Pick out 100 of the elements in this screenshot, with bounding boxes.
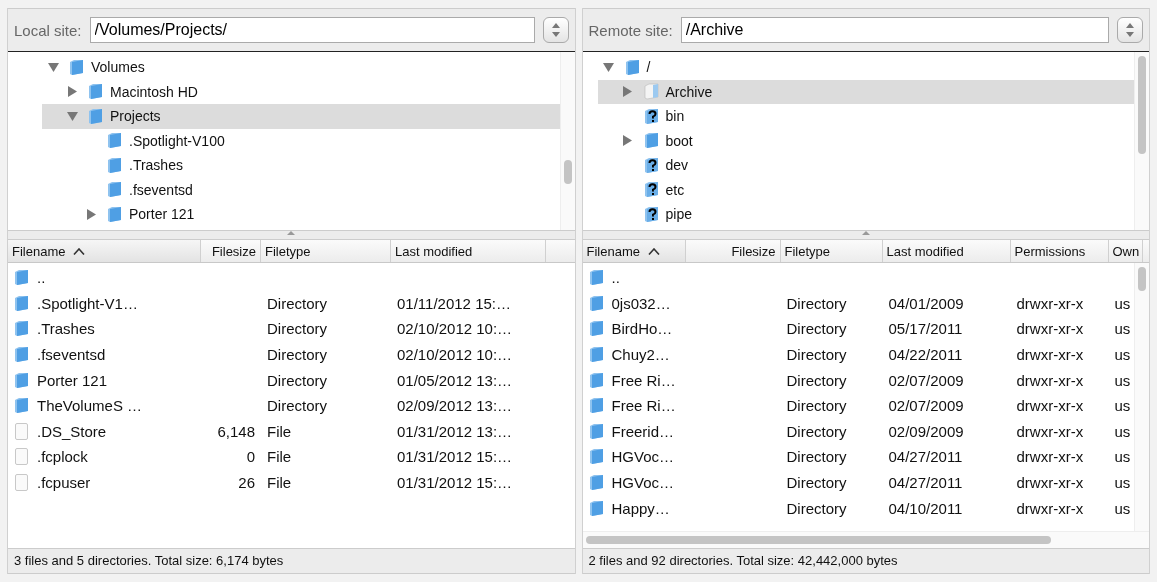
column-header[interactable]: Last modified [391, 240, 546, 262]
table-cell: Directory [267, 397, 327, 415]
tree-item[interactable]: / [597, 55, 1134, 80]
table-cell: drwxr-xr-x [1016, 474, 1084, 492]
tree-item[interactable]: .fseventsd [42, 177, 560, 202]
up-down-arrows-icon [1126, 23, 1134, 37]
folder-icon [88, 83, 103, 101]
table-cell: drwxr-xr-x [1016, 294, 1084, 312]
table-cell: 02/10/2012 10:… [397, 320, 513, 338]
file-icon [14, 422, 29, 440]
table-cell: HGVoc… [611, 448, 675, 466]
scrollbar[interactable] [559, 52, 575, 230]
table-cell: BirdHo… [611, 320, 673, 338]
table-cell: .DS_Store [37, 422, 107, 440]
table-cell: us [1114, 474, 1131, 492]
tree-item[interactable]: dev [597, 153, 1134, 178]
table-cell: Directory [786, 474, 847, 492]
folder-icon [107, 156, 122, 174]
table-cell: Porter 121 [37, 371, 108, 389]
table-cell: Directory [786, 371, 847, 389]
table-cell: 01/31/2012 15:… [397, 474, 513, 492]
tree-item[interactable]: etc [597, 177, 1134, 202]
path-field[interactable]: /Volumes/Projects/ [89, 17, 535, 43]
table-cell: Directory [267, 371, 327, 389]
file-icon [14, 474, 29, 492]
tree-item[interactable]: Porter 121 [42, 202, 560, 227]
table-cell: 02/07/2009 [888, 371, 964, 389]
path-field[interactable]: /Archive [680, 17, 1109, 43]
tree-item[interactable]: .Trashes [42, 153, 560, 178]
collapsed-triangle-icon[interactable] [623, 135, 632, 147]
unknown-file-icon [643, 181, 659, 199]
table-cell: Directory [786, 422, 847, 440]
unknown-file-icon [643, 205, 659, 223]
column-header[interactable]: Filetype [261, 240, 391, 262]
tree-item[interactable]: Archive [597, 79, 1134, 104]
column-header[interactable]: Filesize [201, 240, 261, 262]
table-cell: Directory [786, 397, 847, 415]
tree-item[interactable]: pipe [597, 202, 1134, 227]
column-header[interactable]: Filesize [685, 240, 781, 262]
folder-icon [588, 294, 604, 312]
status-text: 2 files and 92 directories. Total size: 42,442,000 bytes [582, 548, 1149, 574]
table-cell: .fseventsd [37, 346, 106, 364]
table-cell: File [267, 474, 292, 492]
folder-icon [14, 371, 29, 389]
scrollbar[interactable] [1134, 52, 1149, 230]
tree-item[interactable]: Macintosh HD [42, 79, 560, 104]
expanded-triangle-icon[interactable] [66, 111, 78, 121]
history-stepper[interactable] [1117, 17, 1143, 43]
table-cell: us [1114, 499, 1131, 517]
tree-item[interactable]: bin [597, 104, 1134, 129]
table-cell: 04/27/2011 [888, 474, 963, 492]
column-header[interactable]: Last modified [882, 240, 1011, 262]
collapsed-triangle-icon[interactable] [67, 86, 77, 98]
table-cell: drwxr-xr-x [1016, 422, 1084, 440]
table-cell: 01/31/2012 13:… [397, 422, 513, 440]
table-cell: Directory [786, 294, 847, 312]
folder-icon [88, 107, 103, 125]
collapsed-triangle-icon[interactable] [86, 208, 96, 220]
table-cell: Free Ri… [611, 397, 676, 415]
table-cell: 6,148 [217, 422, 255, 440]
table-cell: .Trashes [37, 320, 95, 338]
table-cell: Chuy2… [611, 346, 670, 364]
folder-icon [588, 422, 604, 440]
scrollbar[interactable] [1134, 263, 1149, 532]
table-cell: drwxr-xr-x [1016, 346, 1084, 364]
collapsed-triangle-icon[interactable] [623, 86, 632, 98]
column-header[interactable]: Filename [582, 240, 686, 262]
column-header[interactable]: Permissions [1010, 240, 1109, 262]
table-cell: Directory [267, 320, 327, 338]
table-cell: us [1114, 371, 1131, 389]
table-cell: .Spotlight-V1… [37, 294, 138, 312]
file-icon [14, 448, 29, 466]
expanded-triangle-icon[interactable] [47, 62, 59, 72]
tree-item[interactable]: Volumes [42, 55, 560, 80]
tree-item[interactable]: .Spotlight-V100 [42, 128, 560, 153]
table-cell: us [1114, 448, 1131, 466]
history-stepper[interactable] [542, 17, 569, 43]
scrollbar[interactable] [582, 531, 1149, 548]
table-cell: 01/11/2012 15:… [397, 294, 511, 312]
folder-icon [588, 371, 604, 389]
table-cell: 01/31/2012 15:… [397, 448, 513, 466]
table-cell: us [1114, 422, 1131, 440]
table-cell: Directory [786, 499, 847, 517]
table-cell: 04/27/2011 [888, 448, 963, 466]
column-header[interactable]: Filename [8, 240, 201, 262]
table-cell: .fcpuser [37, 474, 91, 492]
column-header[interactable]: Filetype [780, 240, 883, 262]
expanded-triangle-icon[interactable] [603, 62, 614, 72]
tree-item[interactable]: Projects [42, 104, 560, 129]
table-cell: 02/09/2009 [888, 422, 964, 440]
table-cell: 04/22/2011 [888, 346, 963, 364]
site-label: Local site: [14, 21, 82, 39]
sort-caret-icon [647, 247, 660, 255]
table-cell: .. [611, 269, 620, 287]
table-cell: TheVolumeS … [37, 397, 143, 415]
table-cell: Directory [786, 346, 847, 364]
column-header[interactable]: Own [1108, 240, 1143, 262]
tree-item[interactable]: boot [597, 128, 1134, 153]
folder-icon [588, 397, 604, 415]
table-cell: us [1114, 294, 1131, 312]
